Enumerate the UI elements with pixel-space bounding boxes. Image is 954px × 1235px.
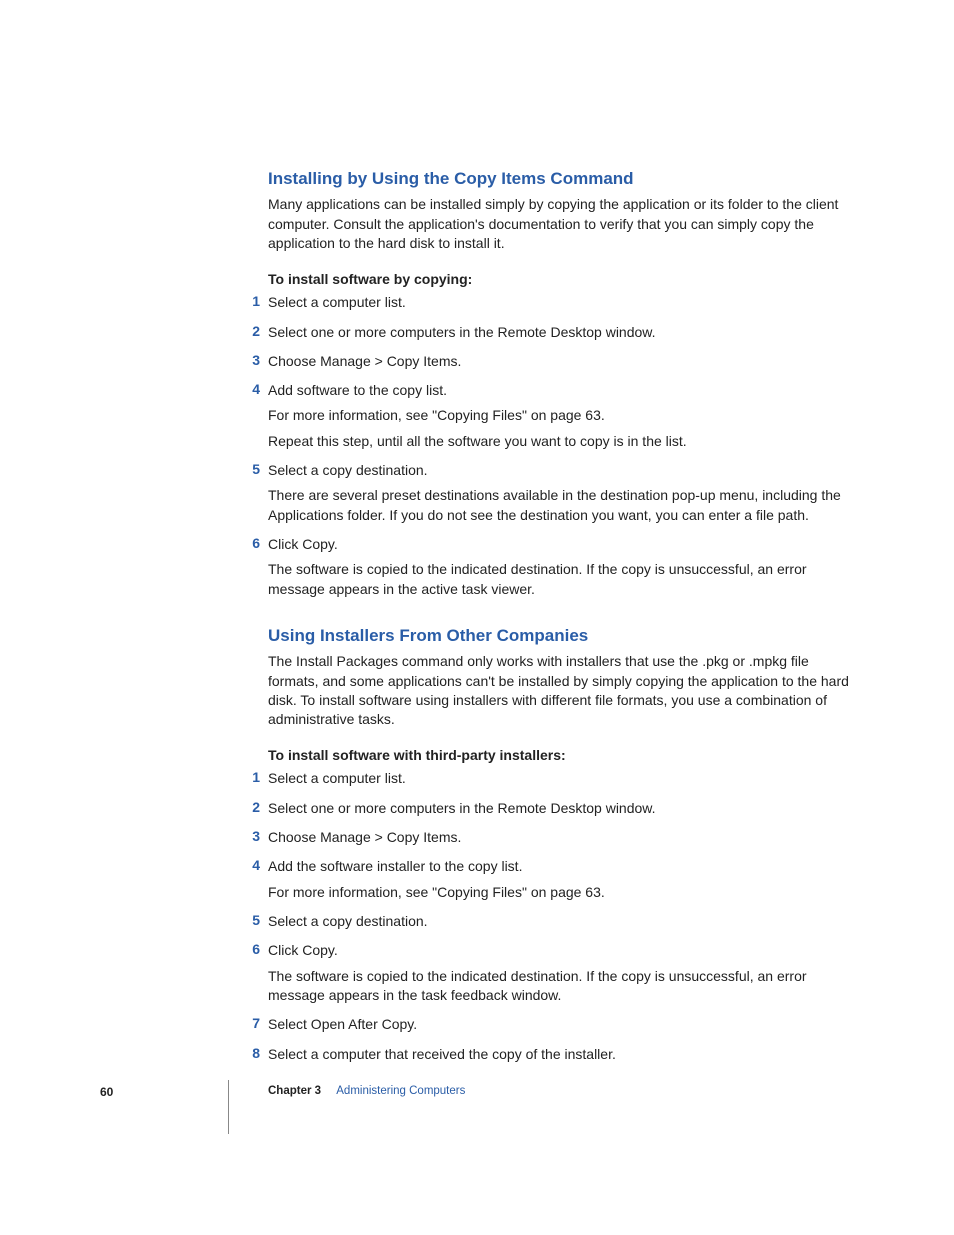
- step-body: Choose Manage > Copy Items.: [268, 352, 853, 371]
- step-text: Select a copy destination.: [268, 461, 853, 480]
- footer-separator: [228, 1080, 229, 1134]
- step-text: Repeat this step, until all the software…: [268, 432, 853, 451]
- step-body: Select one or more computers in the Remo…: [268, 799, 853, 818]
- step: 5 Select a copy destination.: [252, 912, 853, 931]
- step-text: Click Copy.: [268, 941, 853, 960]
- step: 6 Click Copy. The software is copied to …: [252, 535, 853, 599]
- step-text: Add the software installer to the copy l…: [268, 857, 853, 876]
- step-body: Click Copy. The software is copied to th…: [268, 535, 853, 599]
- step-body: Click Copy. The software is copied to th…: [268, 941, 853, 1005]
- step-body: Add the software installer to the copy l…: [268, 857, 853, 902]
- step-text: For more information, see "Copying Files…: [268, 883, 853, 902]
- step-text: Select a computer that received the copy…: [268, 1045, 853, 1064]
- step-text: The software is copied to the indicated …: [268, 560, 853, 599]
- step-number: 4: [246, 857, 260, 873]
- step-number: 3: [246, 828, 260, 844]
- step-number: 6: [246, 535, 260, 551]
- step: 3 Choose Manage > Copy Items.: [252, 828, 853, 847]
- step-body: Select a computer list.: [268, 769, 853, 788]
- step-number: 2: [246, 323, 260, 339]
- step-number: 1: [246, 769, 260, 785]
- step-number: 6: [246, 941, 260, 957]
- step-text: Select a copy destination.: [268, 912, 853, 931]
- step-body: Select a copy destination. There are sev…: [268, 461, 853, 525]
- step-number: 7: [246, 1015, 260, 1031]
- section2-intro: The Install Packages command only works …: [268, 652, 853, 729]
- step-text: Select one or more computers in the Remo…: [268, 799, 853, 818]
- step-number: 4: [246, 381, 260, 397]
- step-text: Choose Manage > Copy Items.: [268, 828, 853, 847]
- section1-intro: Many applications can be installed simpl…: [268, 195, 853, 253]
- step-text: Choose Manage > Copy Items.: [268, 352, 853, 371]
- step-text: For more information, see "Copying Files…: [268, 406, 853, 425]
- step: 4 Add software to the copy list. For mor…: [252, 381, 853, 451]
- step-number: 8: [246, 1045, 260, 1061]
- section-heading-installing: Installing by Using the Copy Items Comma…: [268, 168, 853, 189]
- step-number: 2: [246, 799, 260, 815]
- chapter-title: Administering Computers: [336, 1085, 465, 1097]
- section2-steps: 1 Select a computer list. 2 Select one o…: [268, 769, 853, 1063]
- section1-steps: 1 Select a computer list. 2 Select one o…: [268, 293, 853, 599]
- chapter-label: Chapter 3: [268, 1085, 321, 1097]
- step-number: 1: [246, 293, 260, 309]
- step-body: Select one or more computers in the Remo…: [268, 323, 853, 342]
- step-number: 3: [246, 352, 260, 368]
- step-text: The software is copied to the indicated …: [268, 967, 853, 1006]
- step-number: 5: [246, 461, 260, 477]
- step-body: Add software to the copy list. For more …: [268, 381, 853, 451]
- step-text: Select a computer list.: [268, 769, 853, 788]
- step-body: Select Open After Copy.: [268, 1015, 853, 1034]
- step-body: Select a computer that received the copy…: [268, 1045, 853, 1064]
- step-number: 5: [246, 912, 260, 928]
- section1-subhead: To install software by copying:: [268, 271, 853, 287]
- page-number: 60: [100, 1085, 113, 1099]
- step: 3 Choose Manage > Copy Items.: [252, 352, 853, 371]
- step: 7 Select Open After Copy.: [252, 1015, 853, 1034]
- step: 5 Select a copy destination. There are s…: [252, 461, 853, 525]
- footer-chapter: Chapter 3 Administering Computers: [268, 1085, 465, 1097]
- step-body: Select a copy destination.: [268, 912, 853, 931]
- step: 1 Select a computer list.: [252, 293, 853, 312]
- section2: Using Installers From Other Companies Th…: [268, 625, 853, 1064]
- step: 2 Select one or more computers in the Re…: [252, 799, 853, 818]
- step: 1 Select a computer list.: [252, 769, 853, 788]
- step-body: Choose Manage > Copy Items.: [268, 828, 853, 847]
- step-text: Select Open After Copy.: [268, 1015, 853, 1034]
- footer: 60: [100, 1085, 860, 1099]
- page: Installing by Using the Copy Items Comma…: [0, 0, 954, 1235]
- step-body: Select a computer list.: [268, 293, 853, 312]
- content-column: Installing by Using the Copy Items Comma…: [268, 168, 853, 1090]
- step-text: Click Copy.: [268, 535, 853, 554]
- section2-subhead: To install software with third-party ins…: [268, 747, 853, 763]
- step: 8 Select a computer that received the co…: [252, 1045, 853, 1064]
- step-text: Add software to the copy list.: [268, 381, 853, 400]
- step: 2 Select one or more computers in the Re…: [252, 323, 853, 342]
- section-heading-third-party: Using Installers From Other Companies: [268, 625, 853, 646]
- step-text: Select one or more computers in the Remo…: [268, 323, 853, 342]
- step-text: There are several preset destinations av…: [268, 486, 853, 525]
- step: 6 Click Copy. The software is copied to …: [252, 941, 853, 1005]
- step: 4 Add the software installer to the copy…: [252, 857, 853, 902]
- step-text: Select a computer list.: [268, 293, 853, 312]
